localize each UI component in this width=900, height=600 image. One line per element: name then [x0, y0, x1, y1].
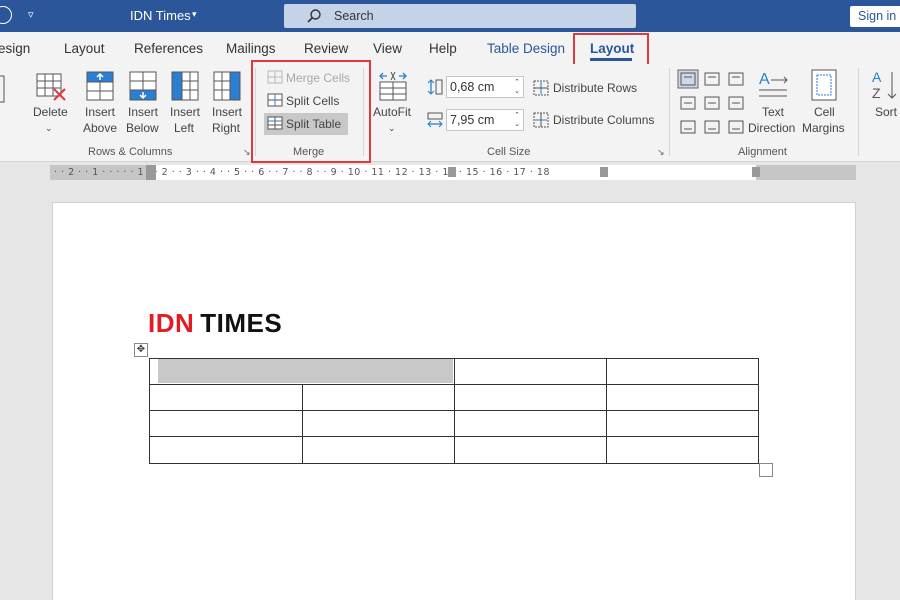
column-width-icon — [427, 112, 443, 128]
insert-right-label-1[interactable]: Insert — [212, 104, 242, 120]
tab-layout-page[interactable]: Layout — [64, 41, 105, 56]
insert-above-label-1[interactable]: Insert — [85, 104, 115, 120]
table-move-handle-icon[interactable]: ✥ — [134, 343, 148, 357]
search-placeholder: Search — [334, 9, 374, 23]
table-cell[interactable] — [606, 358, 759, 385]
table-resize-handle[interactable] — [759, 463, 773, 477]
logo-times-text: TIMES — [200, 308, 283, 338]
table-cell[interactable] — [302, 436, 455, 464]
insert-left-label-1[interactable]: Insert — [170, 104, 200, 120]
alignment-grid — [677, 69, 744, 134]
rows-columns-launcher-icon[interactable]: ↘ — [243, 147, 251, 158]
alignment-group-label: Alignment — [738, 146, 787, 158]
sort-icon[interactable]: A Z — [870, 68, 900, 102]
logo-idn-text: IDN — [148, 308, 195, 338]
distribute-columns-button[interactable]: Distribute Columns — [553, 112, 654, 128]
tab-view[interactable]: View — [373, 41, 402, 56]
column-width-input[interactable]: 7,95 cm ⌃ ⌄ — [446, 109, 524, 131]
row-height-input[interactable]: 0,68 cm ⌃ ⌄ — [446, 76, 524, 98]
properties-icon[interactable] — [0, 74, 6, 104]
insert-above-icon[interactable] — [85, 70, 115, 102]
table-cell-merged[interactable] — [149, 358, 455, 385]
quick-access-dropdown-icon[interactable]: ▿ — [28, 8, 34, 21]
cell-margins-label-2[interactable]: Margins — [802, 120, 845, 136]
search-box[interactable]: Search — [284, 4, 636, 28]
indent-marker[interactable] — [146, 165, 156, 180]
ribbon: Delete ⌄ Insert Above Insert Below Inser… — [0, 64, 900, 162]
table-cell[interactable] — [454, 384, 607, 411]
table-cell[interactable] — [302, 410, 455, 437]
svg-text:A: A — [759, 71, 770, 88]
tab-mailings[interactable]: Mailings — [226, 41, 276, 56]
delete-chevron-down-icon[interactable]: ⌄ — [45, 120, 53, 136]
delete-table-icon[interactable] — [35, 72, 67, 102]
column-marker[interactable] — [448, 167, 456, 177]
group-separator — [669, 68, 670, 156]
table-cell[interactable] — [149, 436, 303, 464]
table-cell[interactable] — [606, 436, 759, 464]
text-direction-label-2[interactable]: Direction — [748, 120, 795, 136]
document-title[interactable]: IDN Times — [130, 8, 191, 23]
table-cell[interactable] — [149, 410, 303, 437]
cell-margins-label-1[interactable]: Cell — [814, 104, 835, 120]
row-height-icon — [427, 79, 443, 95]
ribbon-tabs: esign Layout References Mailings Review … — [0, 32, 900, 64]
group-separator — [858, 68, 859, 156]
autosave-icon[interactable] — [0, 6, 12, 24]
tab-design[interactable]: esign — [0, 41, 30, 56]
cell-margins-icon[interactable] — [810, 68, 838, 102]
merge-group-highlight — [251, 60, 371, 163]
distribute-rows-icon — [533, 80, 549, 96]
insert-left-label-2[interactable]: Left — [174, 120, 194, 136]
svg-text:Z: Z — [872, 85, 881, 101]
table-cell[interactable] — [454, 410, 607, 437]
tab-help[interactable]: Help — [429, 41, 457, 56]
column-marker[interactable] — [752, 167, 760, 177]
table-cell[interactable] — [606, 384, 759, 411]
distribute-columns-icon — [533, 112, 549, 128]
tab-review[interactable]: Review — [304, 41, 348, 56]
table-cell[interactable] — [149, 384, 303, 411]
insert-right-icon[interactable] — [212, 70, 244, 102]
insert-left-icon[interactable] — [170, 70, 200, 102]
insert-below-label-1[interactable]: Insert — [128, 104, 158, 120]
sign-in-button[interactable]: Sign in — [850, 6, 900, 27]
insert-above-label-2[interactable]: Above — [83, 120, 117, 136]
row-height-stepper-icon[interactable]: ⌃ ⌄ — [514, 78, 520, 96]
idn-times-logo: IDN TIMES — [148, 308, 282, 339]
column-width-value: 7,95 cm — [450, 113, 495, 127]
tab-references[interactable]: References — [134, 41, 203, 56]
autofit-button[interactable]: AutoFit — [373, 104, 411, 120]
title-bar: ▿ IDN Times ▾ Search Sign in — [0, 0, 900, 32]
table-cell[interactable] — [606, 410, 759, 437]
delete-button[interactable]: Delete — [33, 104, 68, 120]
horizontal-ruler[interactable]: · · 2 · · 1 · · · · · 1 · · 2 · · 3 · · … — [50, 165, 856, 180]
text-direction-label-1[interactable]: Text — [762, 104, 784, 120]
sort-button[interactable]: Sort — [875, 104, 897, 120]
autofit-icon[interactable] — [377, 70, 409, 102]
row-height-value: 0,68 cm — [450, 80, 495, 94]
table-cell[interactable] — [454, 436, 607, 464]
table-cell[interactable] — [454, 358, 607, 385]
distribute-rows-button[interactable]: Distribute Rows — [553, 80, 637, 96]
text-direction-icon[interactable]: A — [757, 68, 789, 102]
insert-below-icon[interactable] — [128, 70, 158, 102]
tab-table-design[interactable]: Table Design — [487, 41, 565, 56]
cell-size-group-label: Cell Size — [487, 146, 531, 158]
table-cell[interactable] — [302, 384, 455, 411]
ruler-margin-right — [756, 165, 856, 180]
cell-size-launcher-icon[interactable]: ↘ — [657, 147, 665, 158]
search-icon — [307, 9, 321, 23]
insert-below-label-2[interactable]: Below — [126, 120, 159, 136]
insert-right-label-2[interactable]: Right — [212, 120, 240, 136]
column-width-stepper-icon[interactable]: ⌃ ⌄ — [514, 111, 520, 129]
ruler-ticks: · · 2 · · 1 · · · · · 1 · · 2 · · 3 · · … — [54, 167, 551, 178]
rows-columns-group-label: Rows & Columns — [88, 146, 173, 158]
column-marker[interactable] — [600, 167, 608, 177]
autofit-chevron-down-icon[interactable]: ⌄ — [388, 120, 396, 136]
svg-text:A: A — [872, 69, 882, 85]
title-chevron-down-icon[interactable]: ▾ — [192, 9, 197, 20]
